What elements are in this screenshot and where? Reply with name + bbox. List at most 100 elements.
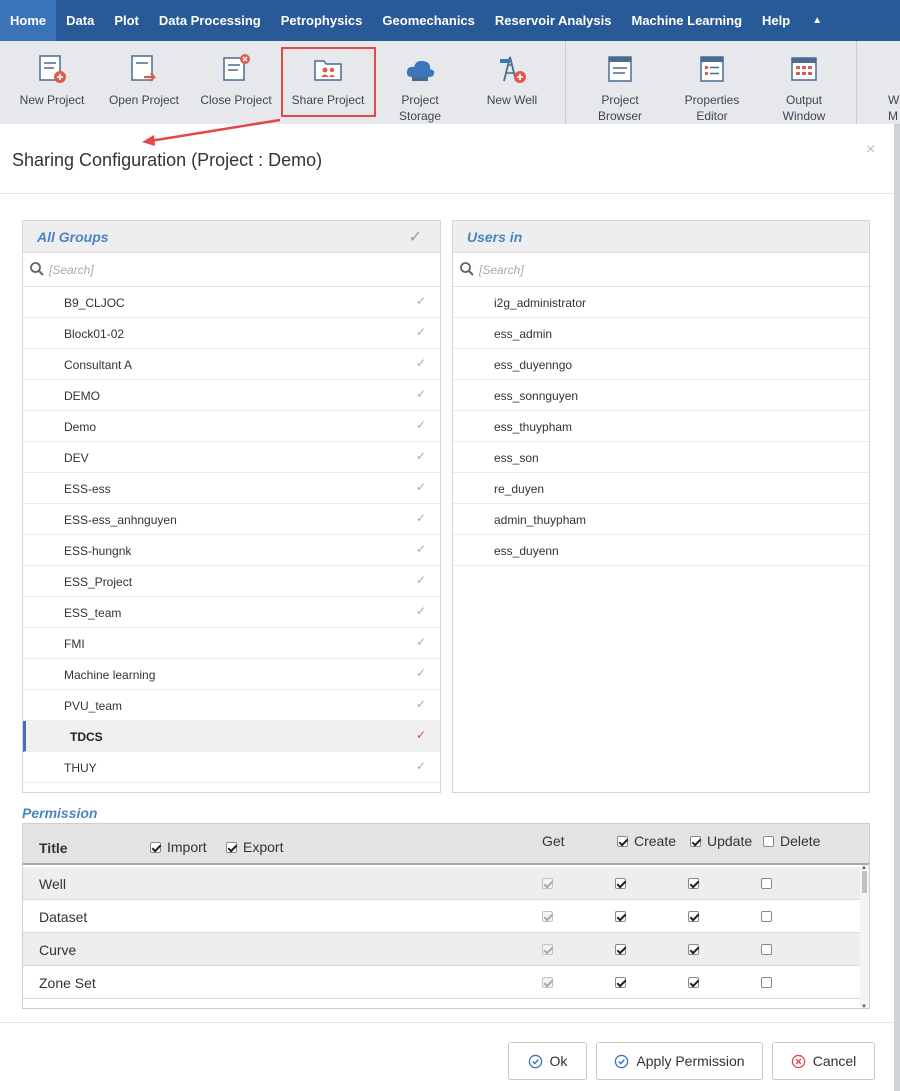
group-check-icon[interactable]: ✓ (416, 387, 426, 401)
project-storage-button[interactable]: Project Storage (378, 41, 462, 125)
create-all-checkbox[interactable] (617, 835, 628, 847)
group-row[interactable]: ESS-ess ✓ (23, 473, 440, 504)
cancel-label: Cancel (812, 1053, 857, 1069)
menu-geomechanics[interactable]: Geomechanics (372, 0, 485, 41)
properties-editor-button[interactable]: Properties Editor (670, 41, 754, 125)
group-check-icon[interactable]: ✓ (416, 294, 426, 308)
create-checkbox[interactable] (615, 911, 626, 922)
user-row[interactable]: admin_thuypham (453, 504, 869, 535)
group-row[interactable]: Block01-02 ✓ (23, 318, 440, 349)
group-check-icon[interactable]: ✓ (416, 418, 426, 432)
create-checkbox[interactable] (615, 878, 626, 889)
import-label: Import (167, 839, 207, 855)
annotation-arrow (142, 118, 281, 146)
group-check-icon[interactable]: ✓ (416, 511, 426, 525)
user-row[interactable]: ess_sonnguyen (453, 380, 869, 411)
project-browser-button[interactable]: Project Browser (578, 41, 662, 125)
update-all-checkbox[interactable] (690, 835, 701, 847)
group-check-icon[interactable]: ✓ (416, 759, 426, 773)
user-row[interactable]: ess_duyenn (453, 535, 869, 566)
new-project-button[interactable]: New Project (10, 41, 94, 125)
menu-data[interactable]: Data (56, 0, 104, 41)
user-row[interactable]: ess_thuypham (453, 411, 869, 442)
group-check-icon[interactable]: ✓ (416, 480, 426, 494)
output-window-label: Output Window (782, 93, 826, 123)
update-toggle[interactable]: Update (690, 833, 752, 849)
close-icon[interactable]: × (866, 141, 875, 159)
user-row[interactable]: ess_duyenngo (453, 349, 869, 380)
group-check-icon[interactable]: ✓ (416, 542, 426, 556)
group-row[interactable]: DEV ✓ (23, 442, 440, 473)
menu-petrophysics[interactable]: Petrophysics (271, 0, 373, 41)
menu-plot[interactable]: Plot (104, 0, 149, 41)
group-check-icon[interactable]: ✓ (416, 604, 426, 618)
update-checkbox[interactable] (688, 911, 699, 922)
scroll-down-icon[interactable]: ▼ (861, 1004, 867, 1008)
group-row[interactable]: ESS-ess_anhnguyen ✓ (23, 504, 440, 535)
group-row[interactable]: FMI ✓ (23, 628, 440, 659)
menu-reservoir-analysis[interactable]: Reservoir Analysis (485, 0, 622, 41)
get-checkbox (542, 977, 553, 988)
group-name: PVU_team (64, 699, 123, 713)
group-check-icon[interactable]: ✓ (416, 697, 426, 711)
group-check-icon[interactable]: ✓ (416, 573, 426, 587)
groups-search-input[interactable] (49, 259, 349, 281)
delete-checkbox[interactable] (761, 944, 772, 955)
menu-help[interactable]: Help (752, 0, 800, 41)
delete-toggle[interactable]: Delete (763, 833, 820, 849)
group-name: DEMO (64, 389, 100, 403)
collapse-ribbon-icon[interactable]: ▲ (800, 15, 834, 26)
create-checkbox[interactable] (615, 944, 626, 955)
export-checkbox[interactable] (226, 841, 237, 853)
group-row[interactable]: Demo ✓ (23, 411, 440, 442)
delete-checkbox[interactable] (761, 878, 772, 889)
create-checkbox[interactable] (615, 977, 626, 988)
group-row[interactable]: ESS_team ✓ (23, 597, 440, 628)
delete-all-checkbox[interactable] (763, 835, 774, 847)
scrollbar-thumb[interactable] (862, 871, 867, 893)
group-row[interactable]: THUY ✓ (23, 752, 440, 783)
select-all-check-icon[interactable]: ✓ (409, 227, 422, 247)
import-toggle[interactable]: Import (150, 839, 207, 855)
menu-machine-learning[interactable]: Machine Learning (622, 0, 753, 41)
ok-button[interactable]: Ok (508, 1042, 587, 1080)
apply-permission-button[interactable]: Apply Permission (596, 1042, 763, 1080)
menu-home[interactable]: Home (0, 0, 57, 41)
group-row[interactable]: Machine learning ✓ (23, 659, 440, 690)
update-checkbox[interactable] (688, 977, 699, 988)
group-row[interactable]: PVU_team ✓ (23, 690, 440, 721)
group-row[interactable]: DEMO ✓ (23, 380, 440, 411)
new-well-button[interactable]: New Well (470, 41, 554, 125)
user-row[interactable]: ess_son (453, 442, 869, 473)
group-row[interactable]: B9_CLJOC ✓ (23, 287, 440, 318)
update-checkbox[interactable] (688, 878, 699, 889)
create-toggle[interactable]: Create (617, 833, 676, 849)
export-toggle[interactable]: Export (226, 839, 283, 855)
group-check-icon[interactable]: ✓ (416, 325, 426, 339)
group-check-icon[interactable]: ✓ (416, 666, 426, 680)
output-window-button[interactable]: Output Window (762, 41, 846, 125)
delete-checkbox[interactable] (761, 977, 772, 988)
import-checkbox[interactable] (150, 841, 161, 853)
cancel-button[interactable]: Cancel (772, 1042, 875, 1080)
user-row[interactable]: i2g_administrator (453, 287, 869, 318)
group-row[interactable]: ESS-hungnk ✓ (23, 535, 440, 566)
partial-ribbon-button[interactable]: W M (872, 41, 900, 125)
group-row[interactable]: ESS_Project ✓ (23, 566, 440, 597)
group-check-icon[interactable]: ✓ (416, 356, 426, 370)
user-row[interactable]: re_duyen (453, 473, 869, 504)
group-check-icon[interactable]: ✓ (416, 635, 426, 649)
group-row[interactable]: TDCS ✓ (23, 721, 440, 752)
partial-ribbon-label: W M (888, 93, 900, 123)
users-search-input[interactable] (479, 259, 779, 281)
update-checkbox[interactable] (688, 944, 699, 955)
delete-checkbox[interactable] (761, 911, 772, 922)
get-checkbox (542, 911, 553, 922)
group-check-icon[interactable]: ✓ (416, 449, 426, 463)
group-check-icon[interactable]: ✓ (416, 728, 426, 742)
permission-scrollbar[interactable]: ▲ ▼ (860, 865, 869, 1008)
users-list: i2g_administrator ess_admin ess_duyenngo es… (453, 287, 869, 566)
group-row[interactable]: Consultant A ✓ (23, 349, 440, 380)
user-row[interactable]: ess_admin (453, 318, 869, 349)
menu-data-processing[interactable]: Data Processing (149, 0, 271, 41)
